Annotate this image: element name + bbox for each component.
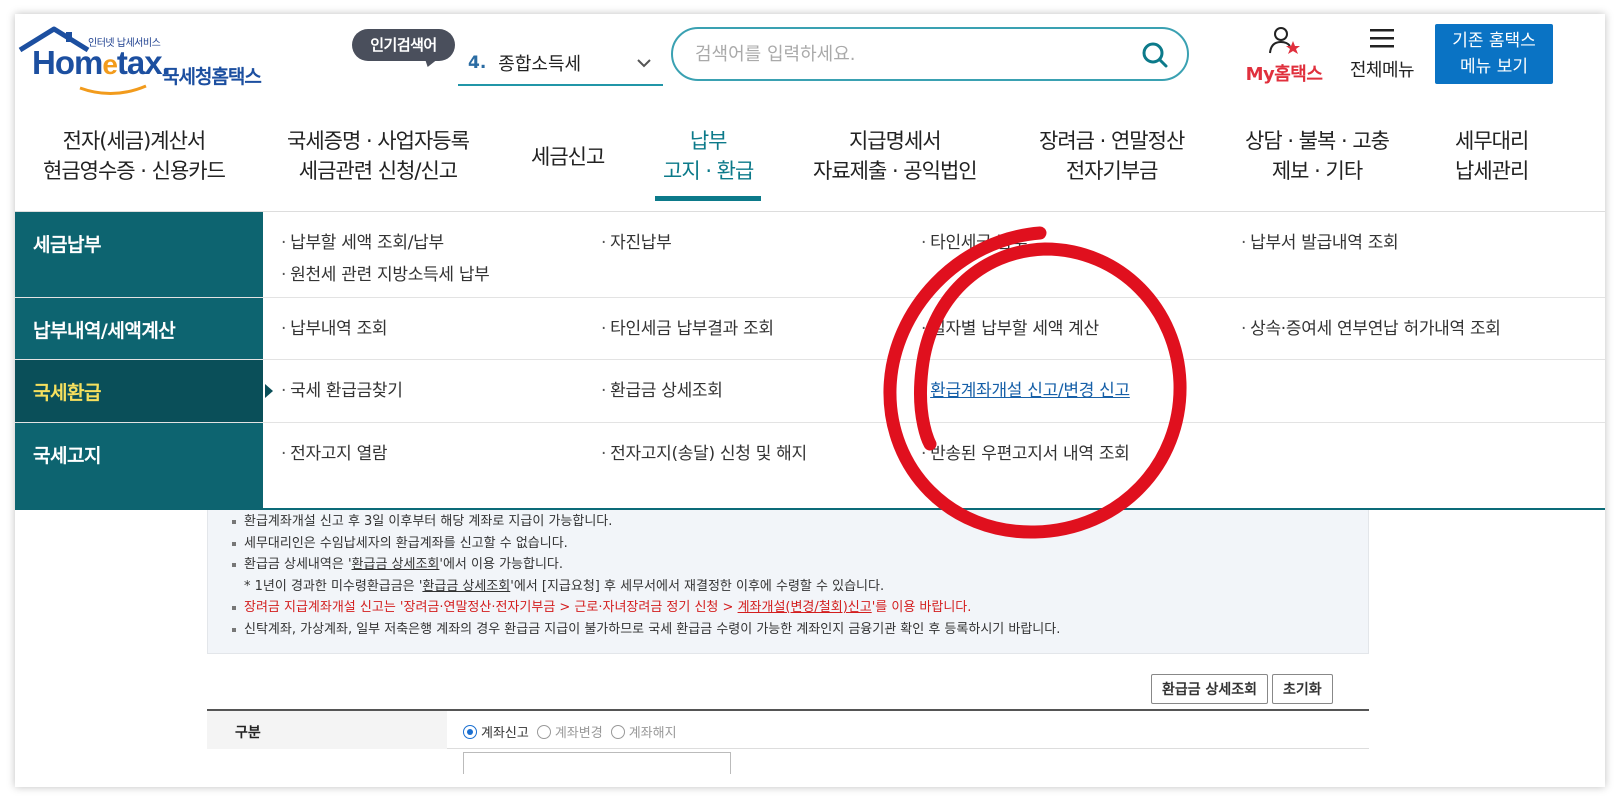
mega-link[interactable]: 납부서 발급내역 조회 xyxy=(1241,228,1399,253)
notice-item: 환급금 상세내역은 '환급금 상세조회'에서 이용 가능합니다. xyxy=(230,554,1368,576)
chevron-down-icon xyxy=(637,59,651,68)
notice-item: 신탁계좌, 가상계좌, 일부 저축은행 계좌의 경우 환급금 지급이 불가하므로… xyxy=(230,619,1368,641)
mega-category[interactable]: 국세고지 xyxy=(15,423,263,510)
page-frame: 인터넷 납세서비스 Hometax. 국세청홈택스 인기검색어 4. 종합소득세… xyxy=(15,14,1605,787)
search-icon[interactable] xyxy=(1141,41,1169,69)
notice-item: 세무대리인은 수임납세자의 환급계좌를 신고할 수 없습니다. xyxy=(230,533,1368,555)
radio-dot xyxy=(463,724,477,739)
mega-row-notice: 국세고지 전자고지 열람 전자고지(송달) 신청 및 해지 반송된 우편고지서 … xyxy=(15,423,1605,510)
nav-payment[interactable]: 납부 고지 · 환급 xyxy=(654,126,762,201)
account-type-radios: 계좌신고 계좌변경 계좌해지 xyxy=(463,722,677,741)
mega-category[interactable]: 납부내역/세액계산 xyxy=(15,298,263,359)
logo-subtitle: 국세청홈택스 xyxy=(162,66,262,88)
notice-item-warning: 장려금 지급계좌개설 신고는 '장려금·연말정산·전자기부금 > 근로·자녀장려… xyxy=(230,597,1368,619)
search-box xyxy=(671,27,1189,81)
old-hometax-menu-button[interactable]: 기존 홈택스 메뉴 보기 xyxy=(1435,24,1553,84)
nav-payment-statement[interactable]: 지급명세서 자료제출 · 공익법인 xyxy=(813,126,978,186)
mega-link[interactable]: 일자별 납부할 세액 계산 xyxy=(921,314,1099,339)
mega-link[interactable]: 국세 환급금찾기 xyxy=(281,376,403,401)
nav-tax-agent[interactable]: 세무대리 납세관리 xyxy=(1455,126,1529,186)
mega-row-refund: 국세환급 국세 환급금찾기 환급금 상세조회 환급계좌개설 신고/변경 신고 xyxy=(15,360,1605,423)
account-input[interactable] xyxy=(463,752,731,774)
mega-row-tax-payment: 세금납부 납부할 세액 조회/납부 자진납부 타인세금 납부 납부서 발급내역 … xyxy=(15,212,1605,298)
mega-category[interactable]: 세금납부 xyxy=(15,212,263,297)
action-buttons: 환급금 상세조회 초기화 xyxy=(1151,674,1337,704)
main-navigation: 전자(세금)계산서 현금영수증 · 신용카드 국세증명 · 사업자등록 세금관련 신… xyxy=(15,116,1605,212)
form-label: 구분 xyxy=(207,711,447,749)
mega-link[interactable]: 원천세 관련 지방소득세 납부 xyxy=(281,260,490,285)
refund-account-register-link[interactable]: 환급계좌개설 신고/변경 신고 xyxy=(921,376,1130,401)
my-hometax-label: My홈택스 xyxy=(1245,64,1323,85)
nav-e-invoice[interactable]: 전자(세금)계산서 현금영수증 · 신용카드 xyxy=(43,126,226,186)
payment-mega-menu: 세금납부 납부할 세액 조회/납부 자진납부 타인세금 납부 납부서 발급내역 … xyxy=(15,212,1605,510)
radio-dot xyxy=(610,724,625,739)
incentive-account-link[interactable]: 계좌개설(변경/철회)신고 xyxy=(738,600,872,615)
mega-link[interactable]: 타인세금 납부 xyxy=(921,228,1027,253)
radio-account-register[interactable]: 계좌신고 xyxy=(463,722,529,741)
mega-link[interactable]: 환급금 상세조회 xyxy=(601,376,723,401)
mega-link[interactable]: 납부할 세액 조회/납부 xyxy=(281,228,444,253)
all-menu-button[interactable]: 전체메뉴 xyxy=(1343,26,1421,82)
my-hometax-button[interactable]: My홈택스 xyxy=(1239,26,1329,86)
reset-button[interactable]: 초기화 xyxy=(1272,674,1333,704)
mega-link[interactable]: 납부내역 조회 xyxy=(281,314,387,339)
notice-item: 환급계좌개설 신고 후 3일 이후부터 해당 계좌로 지급이 가능합니다. xyxy=(230,511,1368,533)
radio-account-cancel[interactable]: 계좌해지 xyxy=(610,722,677,741)
refund-detail-link[interactable]: 환급금 상세조회 xyxy=(352,557,440,572)
mega-category-active[interactable]: 국세환급 xyxy=(15,360,263,422)
all-menu-label: 전체메뉴 xyxy=(1349,60,1415,81)
nav-consult[interactable]: 상담 · 불복 · 고충 제보 · 기타 xyxy=(1245,126,1390,186)
mega-row-payment-history: 납부내역/세액계산 납부내역 조회 타인세금 납부결과 조회 일자별 납부할 세… xyxy=(15,298,1605,360)
refund-detail-button[interactable]: 환급금 상세조회 xyxy=(1151,674,1269,704)
form-row-type: 구분 계좌신고 계좌변경 계좌해지 xyxy=(207,709,1369,749)
logo-swoosh-icon xyxy=(79,84,147,96)
mega-link[interactable]: 전자고지(송달) 신청 및 해지 xyxy=(601,439,807,464)
nav-certificate[interactable]: 국세증명 · 사업자등록 세금관련 신청/신고 xyxy=(287,126,470,186)
active-arrow-icon xyxy=(265,384,273,398)
popular-search-badge: 인기검색어 xyxy=(352,29,455,61)
nav-incentive[interactable]: 장려금 · 연말정산 전자기부금 xyxy=(1039,126,1185,186)
mega-link[interactable]: 타인세금 납부결과 조회 xyxy=(601,314,774,339)
user-star-icon xyxy=(1269,27,1300,54)
hometax-logo[interactable]: 인터넷 납세서비스 Hometax. 국세청홈택스 xyxy=(18,26,288,96)
nav-tax-filing[interactable]: 세금신고 xyxy=(531,142,605,172)
old-hometax-line2: 메뉴 보기 xyxy=(1460,57,1528,77)
popular-rank: 4. xyxy=(468,53,487,73)
popular-search-select[interactable]: 4. 종합소득세 xyxy=(458,42,663,86)
popular-term: 종합소득세 xyxy=(498,54,582,75)
radio-account-change[interactable]: 계좌변경 xyxy=(536,722,603,741)
notice-subitem: * 1년이 경과한 미수령환급금은 '환급금 상세조회'에서 [지급요청] 후 … xyxy=(244,578,885,594)
mega-link[interactable]: 전자고지 열람 xyxy=(281,439,387,464)
old-hometax-line1: 기존 홈택스 xyxy=(1452,31,1536,51)
hamburger-icon xyxy=(1370,29,1394,48)
mega-link[interactable]: 상속·증여세 연부연납 허가내역 조회 xyxy=(1241,314,1501,339)
mega-link[interactable]: 반송된 우편고지서 내역 조회 xyxy=(921,439,1130,464)
logo-brand: Hometax. xyxy=(32,44,171,81)
notice-box: 환급계좌개설 신고 후 3일 이후부터 해당 계좌로 지급이 가능합니다. 세무… xyxy=(207,494,1369,654)
refund-detail-link[interactable]: 환급금 상세조회 xyxy=(422,579,510,594)
mega-link[interactable]: 자진납부 xyxy=(601,228,672,253)
search-input[interactable] xyxy=(695,39,1125,69)
radio-dot xyxy=(536,724,551,739)
